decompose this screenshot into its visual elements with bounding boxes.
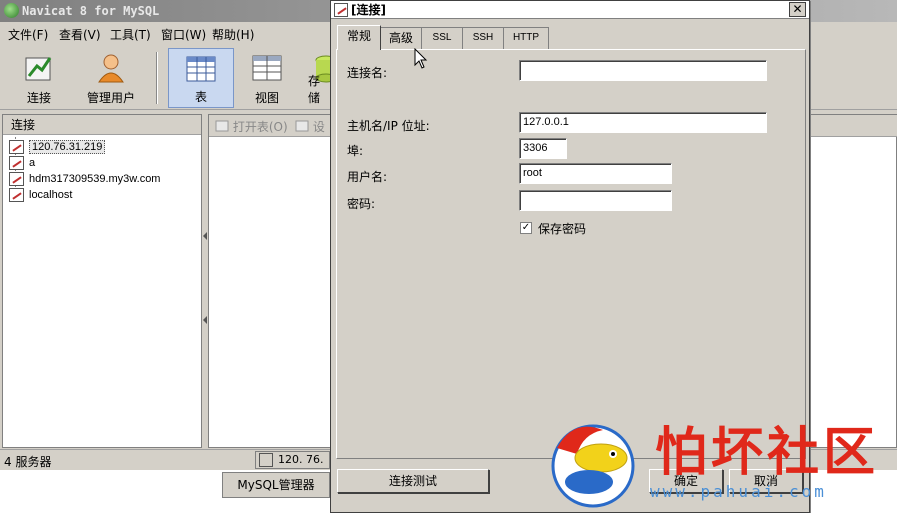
connection-icon	[25, 57, 52, 81]
toolbar-manage-users-label: 管理用户	[86, 91, 135, 105]
connection-icon	[9, 188, 24, 202]
menu-file[interactable]: 文件(F)	[8, 26, 48, 43]
toolbar-view-button[interactable]: 视图	[234, 48, 300, 108]
panel-splitter[interactable]	[203, 230, 207, 330]
menu-window[interactable]: 窗口(W)	[161, 26, 206, 43]
connection-item[interactable]: a	[7, 155, 35, 171]
host-label: 主机名/IP 位址:	[347, 119, 430, 133]
connection-item[interactable]: 120.76.31.219	[7, 139, 106, 155]
menu-view[interactable]: 查看(V)	[59, 26, 101, 43]
general-tab-panel	[336, 49, 806, 459]
tab-general[interactable]: 常规	[337, 25, 381, 50]
connection-icon	[9, 172, 24, 186]
menu-tools[interactable]: 工具(T)	[110, 26, 151, 43]
open-table-icon	[215, 120, 229, 132]
table-icon	[186, 56, 216, 82]
toolbar-separator	[156, 52, 158, 104]
toolbar-manage-users-button[interactable]: 管理用户	[72, 48, 150, 108]
navicat-app-icon	[4, 3, 19, 18]
design-table-icon	[295, 120, 309, 132]
tab-ssl[interactable]: SSL	[421, 27, 463, 49]
test-connection-button[interactable]: 连接测试	[337, 469, 489, 493]
watermark-logo	[551, 424, 635, 508]
toolbar-view-label: 视图	[254, 91, 279, 105]
connection-item[interactable]: hdm317309539.my3w.com	[7, 171, 160, 187]
connection-label: 120.76.31.219	[29, 140, 106, 154]
toolbar-connection-button[interactable]: 连接	[6, 48, 72, 108]
dialog-title: [连接]	[351, 3, 386, 17]
mysql-manager-button[interactable]: MySQL管理器	[222, 472, 330, 498]
splitter-grip-icon	[203, 232, 207, 324]
menu-help[interactable]: 帮助(H)	[212, 26, 254, 43]
password-field[interactable]	[519, 190, 672, 211]
dialog-title-bar: [连接]	[331, 1, 809, 19]
tab-ssh[interactable]: SSH	[462, 27, 504, 49]
toolbar-table-button[interactable]: 表	[168, 48, 234, 108]
user-icon	[98, 54, 124, 83]
current-connection-status: 120. 76. 3	[255, 451, 330, 482]
connection-icon	[259, 453, 273, 467]
password-label: 密码:	[347, 197, 376, 211]
mouse-cursor-icon	[414, 48, 428, 69]
connection-panel-header: 连接	[3, 115, 201, 135]
connection-tree-panel: 连接 120.76.31.219 a hdm317309539.my3w.com…	[2, 114, 202, 448]
main-window-title-text: Navicat 8 for MySQL	[22, 4, 160, 18]
open-table-label: 打开表(O)	[232, 120, 288, 134]
connection-icon	[9, 140, 24, 154]
tab-advanced[interactable]: 高级	[380, 27, 422, 49]
connection-icon	[334, 3, 348, 17]
toolbar-storage-button[interactable]: 存储	[300, 48, 330, 108]
connection-name-label: 连接名:	[347, 66, 388, 80]
connection-label: hdm317309539.my3w.com	[29, 173, 161, 185]
open-table-button[interactable]: 打开表(O)	[215, 118, 288, 135]
connection-icon	[9, 156, 24, 170]
design-table-label: 设	[312, 120, 325, 134]
port-field[interactable]: 3306	[519, 138, 567, 159]
watermark-text: 怕坏社区	[655, 422, 880, 483]
toolbar-connection-label: 连接	[26, 91, 51, 105]
design-table-button[interactable]: 设	[295, 118, 325, 135]
view-icon	[252, 55, 282, 81]
save-password-checkbox[interactable]: ✓	[520, 222, 532, 234]
connection-label: a	[29, 157, 36, 169]
watermark-url: www.pahuai.com	[650, 482, 827, 501]
username-label: 用户名:	[347, 170, 388, 184]
tab-http[interactable]: HTTP	[503, 27, 549, 49]
host-field[interactable]: 127.0.0.1	[519, 112, 767, 133]
username-field[interactable]: root	[519, 163, 672, 184]
toolbar-storage-label: 存储	[308, 74, 321, 105]
connection-item[interactable]: localhost	[7, 187, 72, 203]
close-button[interactable]: ✕	[789, 2, 806, 17]
connection-name-field[interactable]	[519, 60, 767, 81]
connection-label: localhost	[29, 189, 73, 201]
toolbar-table-label: 表	[194, 90, 207, 104]
save-password-label: 保存密码	[538, 222, 587, 236]
server-count-status: 4 服务器	[4, 455, 52, 469]
port-label: 埠:	[347, 144, 364, 158]
